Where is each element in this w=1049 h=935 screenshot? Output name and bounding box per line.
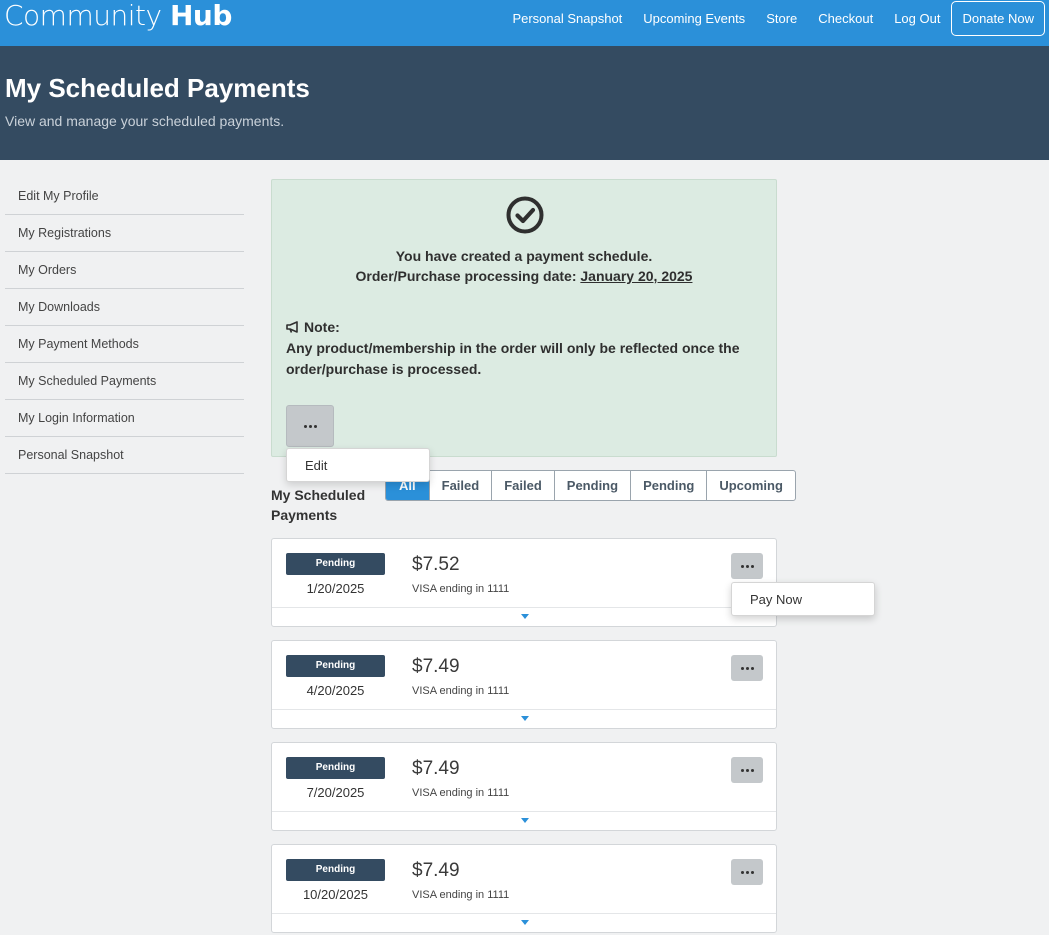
alert-message: You have created a payment schedule. <box>395 248 653 264</box>
sidebar-item-orders[interactable]: My Orders <box>5 252 244 289</box>
section-title: My Scheduled Payments <box>271 487 366 523</box>
note-label: Note: <box>304 319 340 335</box>
sidebar-item-payment-methods[interactable]: My Payment Methods <box>5 326 244 363</box>
note-heading: Note: <box>286 319 340 335</box>
payment-date: 7/20/2025 <box>306 785 365 800</box>
sidebar-item-registrations[interactable]: My Registrations <box>5 215 244 252</box>
status-badge: Pending <box>286 757 385 779</box>
ellipsis-icon <box>303 424 317 428</box>
page-title: My Scheduled Payments <box>5 73 310 103</box>
processing-date-value: January 20, 2025 <box>580 268 693 284</box>
caret-down-icon[interactable] <box>521 716 529 721</box>
payment-options-button[interactable] <box>731 553 763 579</box>
payment-card: Pending 4/20/2025 $7.49 VISA ending in 1… <box>271 640 777 729</box>
status-badge: Pending <box>286 655 385 677</box>
main-nav: Personal Snapshot Upcoming Events Store … <box>491 0 1045 36</box>
account-sidebar: Edit My Profile My Registrations My Orde… <box>5 178 244 474</box>
nav-upcoming-events[interactable]: Upcoming Events <box>643 11 745 26</box>
payment-options-button[interactable] <box>731 655 763 681</box>
payment-amount: $7.49 <box>412 656 460 677</box>
payment-amount: $7.49 <box>412 860 460 881</box>
filter-failed[interactable]: Failed <box>428 471 492 500</box>
caret-down-icon[interactable] <box>521 920 529 925</box>
payment-date: 4/20/2025 <box>306 683 365 698</box>
status-filter-group: All Failed Failed Pending Pending Upcomi… <box>385 470 796 501</box>
filter-failed-2[interactable]: Failed <box>491 471 554 500</box>
nav-store[interactable]: Store <box>766 11 797 26</box>
alert-processing-date: Order/Purchase processing date: January … <box>272 268 776 284</box>
nav-personal-snapshot[interactable]: Personal Snapshot <box>512 11 622 26</box>
status-badge: Pending <box>286 859 385 881</box>
ellipsis-icon <box>740 564 754 568</box>
filter-upcoming[interactable]: Upcoming <box>706 471 795 500</box>
payment-amount: $7.52 <box>412 554 460 575</box>
success-alert: You have created a payment schedule. Ord… <box>271 179 777 457</box>
card-divider <box>272 913 776 914</box>
payment-options-button[interactable] <box>731 859 763 885</box>
filter-pending[interactable]: Pending <box>553 471 630 500</box>
alert-options-button[interactable] <box>286 405 334 447</box>
brand-light: Community <box>4 0 162 32</box>
payment-method: VISA ending in 1111 <box>412 787 510 799</box>
megaphone-icon <box>286 321 298 333</box>
page-subtitle: View and manage your scheduled payments. <box>5 113 285 129</box>
sidebar-item-scheduled-payments[interactable]: My Scheduled Payments <box>5 363 244 400</box>
sidebar-item-login-information[interactable]: My Login Information <box>5 400 244 437</box>
payment-amount: $7.49 <box>412 758 460 779</box>
filter-pending-2[interactable]: Pending <box>630 471 706 500</box>
ellipsis-icon <box>740 870 754 874</box>
page-header: My Scheduled Payments View and manage yo… <box>0 46 1049 160</box>
ellipsis-icon <box>740 666 754 670</box>
brand-bold: Hub <box>169 0 232 32</box>
edit-menu-item[interactable]: Edit <box>286 448 430 482</box>
payment-card: Pending 7/20/2025 $7.49 VISA ending in 1… <box>271 742 777 831</box>
top-navbar: Community Hub Personal Snapshot Upcoming… <box>0 0 1049 46</box>
processing-date-label: Order/Purchase processing date: <box>355 268 581 284</box>
payment-method: VISA ending in 1111 <box>412 583 510 595</box>
brand-logo[interactable]: Community Hub <box>4 0 232 32</box>
payment-date: 1/20/2025 <box>306 581 365 596</box>
payment-date: 10/20/2025 <box>302 887 369 902</box>
card-divider <box>272 607 776 608</box>
payment-card: Pending 10/20/2025 $7.49 VISA ending in … <box>271 844 777 933</box>
card-divider <box>272 709 776 710</box>
nav-checkout[interactable]: Checkout <box>818 11 873 26</box>
donate-now-button[interactable]: Donate Now <box>951 0 1045 36</box>
sidebar-item-personal-snapshot[interactable]: Personal Snapshot <box>5 437 244 474</box>
caret-down-icon[interactable] <box>521 818 529 823</box>
nav-log-out[interactable]: Log Out <box>894 11 940 26</box>
caret-down-icon[interactable] <box>521 614 529 619</box>
payment-method: VISA ending in 1111 <box>412 889 510 901</box>
card-divider <box>272 811 776 812</box>
note-text: Any product/membership in the order will… <box>286 340 740 377</box>
pay-now-menu-item[interactable]: Pay Now <box>731 582 875 616</box>
payment-method: VISA ending in 1111 <box>412 685 510 697</box>
sidebar-item-downloads[interactable]: My Downloads <box>5 289 244 326</box>
payment-options-button[interactable] <box>731 757 763 783</box>
payment-card: Pending 1/20/2025 $7.52 VISA ending in 1… <box>271 538 777 627</box>
ellipsis-icon <box>740 768 754 772</box>
status-badge: Pending <box>286 553 385 575</box>
sidebar-item-edit-profile[interactable]: Edit My Profile <box>5 178 244 215</box>
check-circle-icon <box>506 196 544 234</box>
